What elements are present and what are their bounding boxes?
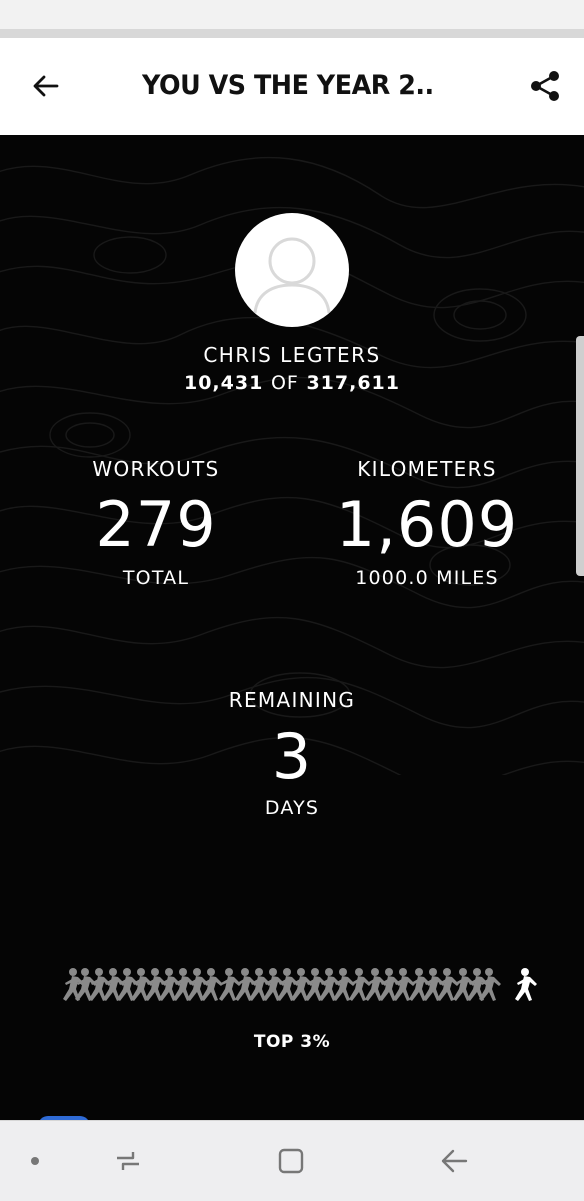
- workouts-sub: TOTAL: [122, 567, 190, 589]
- back-arrow-icon: [33, 75, 59, 97]
- share-icon: [531, 71, 559, 101]
- user-name: CHRIS LEGTERS: [203, 343, 381, 367]
- user-rank: 10,431 OF 317,611: [142, 371, 442, 395]
- nav-dot: [28, 1154, 42, 1168]
- workouts-value: 279: [95, 488, 217, 561]
- nav-back-button[interactable]: [434, 1141, 474, 1181]
- avatar: [235, 213, 349, 327]
- status-bar-divider: [0, 29, 584, 38]
- remaining-value: 3: [271, 720, 313, 793]
- kilometers-value: 1,609: [335, 488, 519, 561]
- default-avatar-icon: [253, 237, 331, 314]
- app-bar: YOU VS THE YEAR 2..: [0, 38, 584, 135]
- rank-value: 10,431: [183, 372, 264, 394]
- home-button[interactable]: [271, 1141, 311, 1181]
- status-bar: [0, 0, 584, 38]
- scrollbar-thumb[interactable]: [576, 336, 584, 576]
- workouts-label: WORKOUTS: [92, 457, 220, 481]
- percentile-label: TOP 3%: [253, 1032, 331, 1052]
- runner-crowd-icon: [63, 968, 537, 1001]
- system-nav-bar: [0, 1120, 584, 1201]
- rank-total: 317,611: [306, 372, 400, 394]
- remaining-unit: DAYS: [264, 797, 320, 819]
- runner-icon: [515, 968, 537, 1001]
- kilometers-label: KILOMETERS: [357, 457, 497, 481]
- recent-apps-button[interactable]: [108, 1141, 148, 1181]
- page-title: YOU VS THE YEAR 2..: [142, 70, 434, 101]
- home-icon: [278, 1148, 304, 1174]
- kilometers-sub: 1000.0 MILES: [355, 567, 499, 589]
- nav-back-icon: [441, 1149, 468, 1173]
- recent-apps-icon: [117, 1152, 139, 1170]
- remaining-label: REMAINING: [228, 688, 356, 712]
- back-button[interactable]: [28, 68, 64, 104]
- rank-of-label: OF: [270, 372, 299, 394]
- share-button[interactable]: [526, 67, 564, 105]
